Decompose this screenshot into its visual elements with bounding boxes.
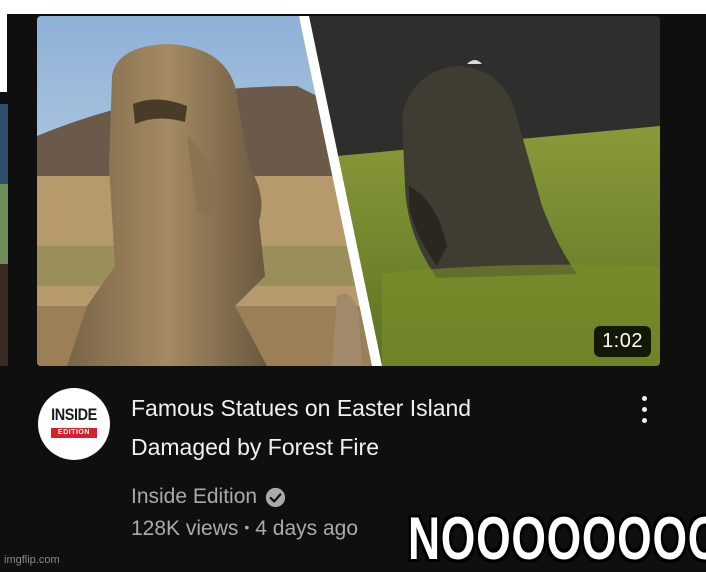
metadata-separator: • (244, 519, 250, 535)
video-title-line-2: Damaged by Forest Fire (131, 434, 379, 460)
previous-thumbnail-edge (0, 14, 7, 92)
channel-name[interactable]: Inside Edition (131, 485, 257, 509)
meme-caption: NOOOOOOOO (408, 505, 706, 572)
avatar-logo-text: INSIDE (51, 405, 97, 424)
duration-badge: 1:02 (594, 326, 651, 357)
video-title[interactable]: Famous Statues on Easter Island Damaged … (131, 389, 611, 467)
video-title-line-1: Famous Statues on Easter Island (131, 395, 472, 421)
previous-thumbnail-image (0, 104, 8, 366)
view-count: 128K views (131, 517, 239, 540)
video-thumbnail[interactable]: 1:02 (37, 16, 660, 366)
more-vert-icon[interactable] (635, 396, 653, 432)
verified-check-icon (265, 487, 286, 507)
imgflip-watermark: imgflip.com (4, 554, 60, 566)
channel-avatar[interactable]: INSIDE EDITION (38, 388, 110, 460)
video-metadata: 128K views • 4 days ago (131, 517, 358, 541)
previous-video-thumbnail-edge[interactable] (0, 104, 8, 366)
moai-thumbnail-image (37, 16, 660, 366)
avatar-logo-subtext: EDITION (58, 429, 90, 436)
meme-top-border (0, 0, 706, 14)
channel-row: Inside Edition (131, 483, 286, 511)
upload-age: 4 days ago (255, 517, 359, 540)
